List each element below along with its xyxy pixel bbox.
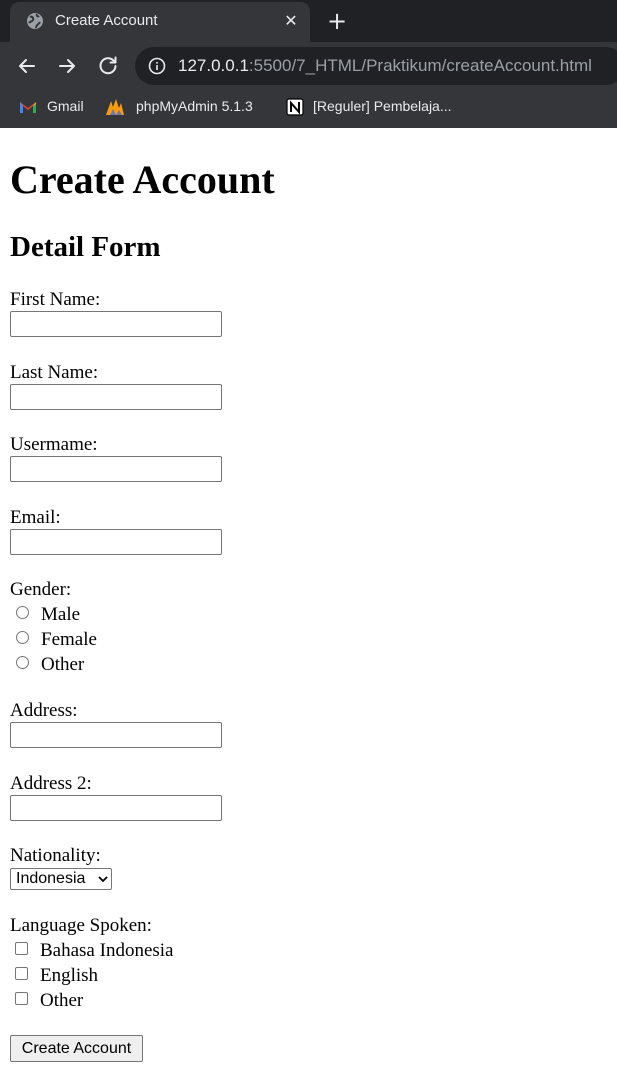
url-text: 127.0.0.1:5500/7_HTML/Praktikum/createAc…: [178, 56, 592, 76]
bookmark-notion[interactable]: [Reguler] Pembelaja...: [285, 97, 460, 119]
address-label: Address:: [10, 700, 78, 721]
address2-label: Address 2:: [10, 773, 92, 794]
bookmark-label: phpMyAdmin 5.1.3: [136, 98, 253, 114]
gender-label: Gender:: [10, 579, 72, 600]
phpmyadmin-icon: [106, 99, 124, 115]
chevron-down-icon: [98, 876, 108, 883]
username-input[interactable]: [10, 456, 222, 482]
page-content: Create Account Detail Form First Name: L…: [0, 128, 617, 1075]
radio-label: Male: [41, 604, 81, 625]
gmail-icon: [20, 102, 36, 113]
address-input[interactable]: [10, 722, 222, 748]
username-label: Usermame:: [10, 434, 98, 455]
checkbox-label: Other: [40, 990, 84, 1011]
page-title: Create Account: [10, 157, 275, 202]
notion-icon: [286, 98, 304, 116]
url-path: :5500/7_HTML/Praktikum/createAccount.htm…: [248, 56, 592, 75]
reload-icon[interactable]: [95, 53, 121, 79]
last-name-label: Last Name:: [10, 362, 99, 383]
email-label: Email:: [10, 507, 61, 528]
checkbox-other[interactable]: [15, 992, 28, 1005]
radio-label: Other: [41, 654, 85, 675]
first-name-label: First Name:: [10, 289, 101, 310]
arrow-left-icon[interactable]: [14, 53, 40, 79]
language-label: Language Spoken:: [10, 915, 152, 936]
first-name-input[interactable]: [10, 311, 222, 337]
tab-title: Create Account: [55, 12, 158, 29]
radio-male[interactable]: [16, 606, 29, 619]
info-icon[interactable]: [148, 57, 166, 75]
plus-icon[interactable]: +: [326, 9, 348, 33]
browser-tab[interactable]: Create Account ✕: [10, 2, 310, 42]
create-account-button[interactable]: Create Account: [10, 1035, 143, 1062]
radio-female[interactable]: [16, 631, 29, 644]
checkbox-label: Bahasa Indonesia: [40, 940, 174, 961]
last-name-input[interactable]: [10, 384, 222, 410]
address-bar[interactable]: 127.0.0.1:5500/7_HTML/Praktikum/createAc…: [135, 47, 617, 85]
checkbox-english[interactable]: [15, 967, 28, 980]
globe-icon: [27, 13, 43, 29]
radio-other[interactable]: [16, 656, 29, 669]
bookmark-phpmyadmin[interactable]: phpMyAdmin 5.1.3: [105, 97, 265, 119]
tab-strip: Create Account ✕ +: [0, 0, 617, 42]
checkbox-bahasa-indonesia[interactable]: [15, 942, 28, 955]
bookmarks-bar: Gmail phpMyAdmin 5.1.3 [Reguler] Pembela…: [0, 90, 617, 128]
navigation-bar: 127.0.0.1:5500/7_HTML/Praktikum/createAc…: [0, 42, 617, 90]
form-subtitle: Detail Form: [10, 231, 161, 263]
bookmark-gmail[interactable]: Gmail: [18, 97, 90, 119]
arrow-right-icon[interactable]: [54, 53, 80, 79]
close-icon[interactable]: ✕: [281, 11, 301, 31]
email-input[interactable]: [10, 529, 222, 555]
nationality-label: Nationality:: [10, 845, 101, 866]
bookmark-label: [Reguler] Pembelaja...: [313, 98, 452, 114]
bookmark-label: Gmail: [47, 98, 84, 114]
radio-label: Female: [41, 629, 97, 650]
url-host: 127.0.0.1: [178, 56, 249, 75]
nationality-select[interactable]: Indonesia: [10, 868, 112, 890]
checkbox-label: English: [40, 965, 99, 986]
nationality-selected-value: Indonesia: [16, 870, 86, 887]
address2-input[interactable]: [10, 795, 222, 821]
